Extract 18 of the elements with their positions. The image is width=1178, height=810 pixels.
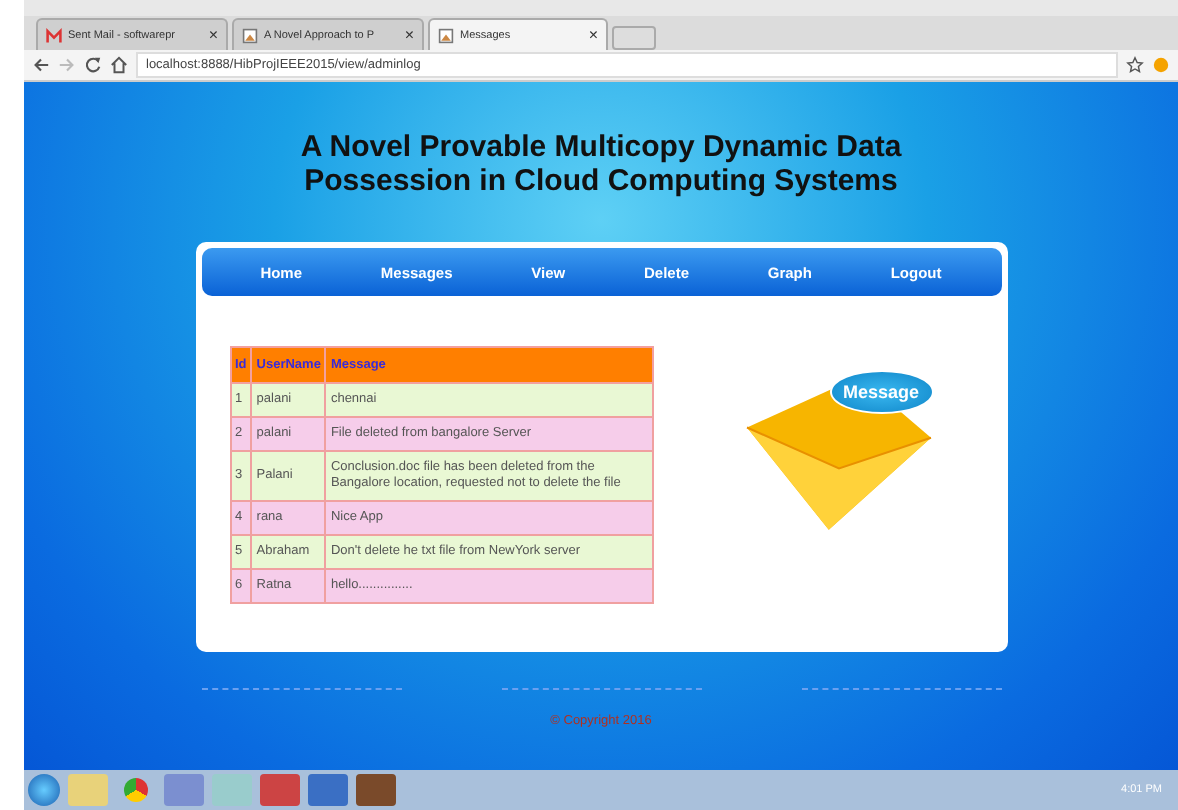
- forward-arrow-icon[interactable]: [58, 56, 76, 74]
- start-button[interactable]: [28, 774, 60, 806]
- page-icon: [242, 27, 258, 43]
- reload-icon[interactable]: [84, 56, 102, 74]
- home-icon[interactable]: [110, 56, 128, 74]
- app-icon[interactable]: [356, 774, 396, 806]
- page-icon: [438, 27, 454, 43]
- tab-close-button[interactable]: ×: [208, 26, 218, 44]
- extension-icon[interactable]: [1152, 56, 1170, 74]
- mail-icon: [46, 27, 62, 43]
- page-title: A Novel Provable Multicopy Dynamic Data Possession in Cloud Computing Systems: [298, 130, 904, 198]
- back-arrow-icon[interactable]: [32, 56, 50, 74]
- app-icon[interactable]: [260, 774, 300, 806]
- tab-close-button[interactable]: ×: [404, 26, 414, 44]
- tab-close-button[interactable]: ×: [588, 26, 598, 44]
- speech-bubble: Message: [829, 370, 934, 414]
- new-tab-button[interactable]: [612, 26, 656, 50]
- star-icon[interactable]: [1126, 56, 1144, 74]
